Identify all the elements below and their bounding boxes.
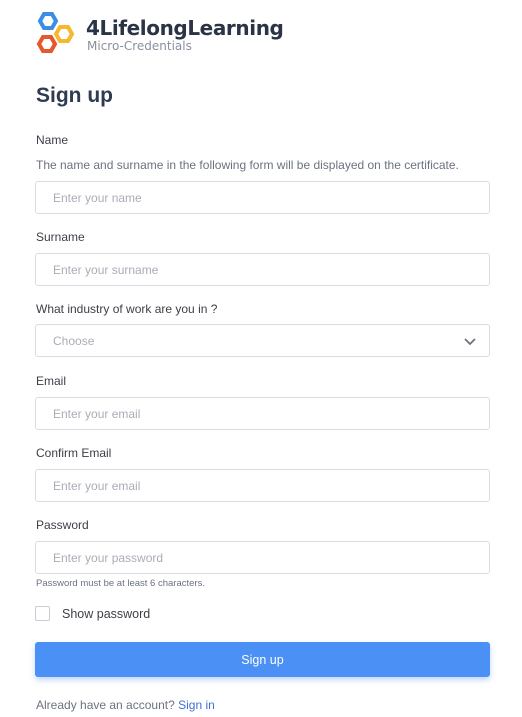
logo-title: 4LifelongLearning: [86, 16, 284, 40]
show-password-label[interactable]: Show password: [62, 607, 150, 621]
confirm-email-label: Confirm Email: [36, 446, 112, 460]
email-label: Email: [36, 374, 67, 388]
sign-in-link[interactable]: Sign in: [178, 698, 215, 712]
sign-in-prompt-text: Already have an account?: [36, 698, 175, 712]
password-input[interactable]: [35, 541, 490, 574]
confirm-email-input[interactable]: [35, 469, 490, 502]
sign-up-button[interactable]: Sign up: [35, 642, 490, 677]
email-input[interactable]: [35, 397, 490, 430]
page-title: Sign up: [36, 84, 113, 107]
brand-logo: 4LifelongLearning Micro-Credentials: [34, 11, 294, 59]
show-password-checkbox[interactable]: [35, 606, 50, 621]
industry-label: What industry of work are you in ?: [36, 302, 218, 316]
password-label: Password: [36, 518, 89, 532]
industry-select[interactable]: Choose: [35, 324, 490, 357]
sign-in-prompt: Already have an account? Sign in: [36, 698, 215, 712]
password-hint: Password must be at least 6 characters.: [36, 578, 205, 589]
logo-subtitle: Micro-Credentials: [87, 39, 192, 53]
name-label: Name: [36, 133, 69, 147]
chevron-down-icon: [464, 337, 476, 345]
industry-selected-value: Choose: [53, 333, 95, 348]
name-input[interactable]: [35, 181, 490, 214]
surname-label: Surname: [36, 230, 85, 244]
name-description: The name and surname in the following fo…: [36, 158, 459, 172]
logo-hexagons-icon: [36, 12, 75, 53]
surname-input[interactable]: [35, 253, 490, 286]
